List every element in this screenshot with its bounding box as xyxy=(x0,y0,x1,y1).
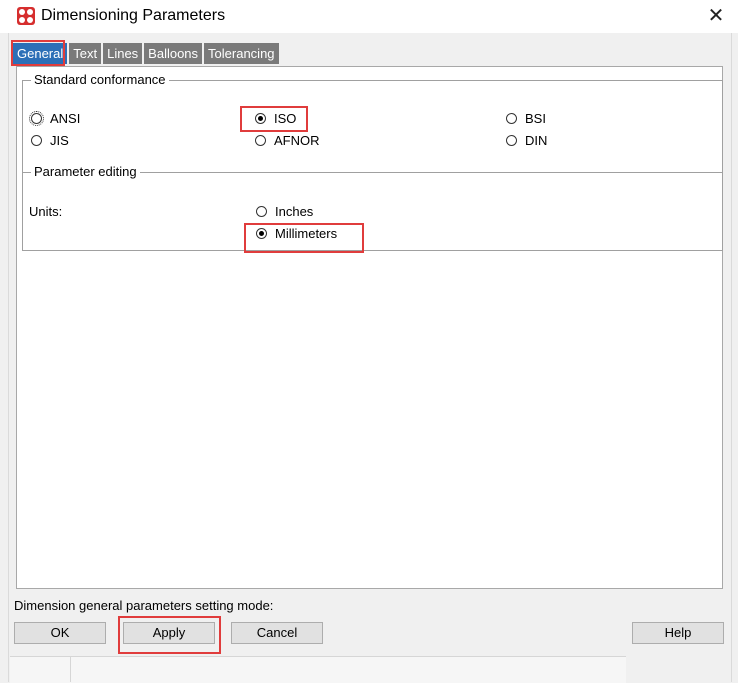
radio-jis-label: JIS xyxy=(50,133,69,148)
window-right-edge xyxy=(731,33,738,682)
radio-bsi-label: BSI xyxy=(525,111,546,126)
app-logo-icon xyxy=(17,7,35,25)
radio-afnor-label: AFNOR xyxy=(274,133,320,148)
iso-highlight xyxy=(240,106,308,132)
radio-jis-circle[interactable] xyxy=(31,135,42,146)
radio-ansi-label: ANSI xyxy=(50,111,81,126)
general-tab-panel: Standard conformance ANSI ISO BSI JIS AF… xyxy=(16,66,723,589)
tab-general-highlight xyxy=(11,40,65,66)
dialog-window: Dimensioning Parameters ✕ General Text L… xyxy=(0,0,738,683)
radio-inches-label: Inches xyxy=(275,204,314,219)
tab-tolerancing[interactable]: Tolerancing xyxy=(204,43,279,64)
window-title: Dimensioning Parameters xyxy=(41,7,226,24)
radio-inches-circle[interactable] xyxy=(256,206,267,217)
status-bar xyxy=(10,656,626,683)
tab-balloons[interactable]: Balloons xyxy=(144,43,203,64)
radio-din[interactable]: DIN xyxy=(506,133,547,148)
radio-jis[interactable]: JIS xyxy=(31,133,69,148)
help-button[interactable]: Help xyxy=(632,622,724,644)
parameter-editing-label: Parameter editing xyxy=(31,164,140,179)
millimeters-highlight xyxy=(244,223,364,253)
units-label: Units: xyxy=(29,204,63,219)
radio-ansi-circle[interactable] xyxy=(29,111,44,126)
radio-ansi[interactable]: ANSI xyxy=(29,111,81,126)
title-bar: Dimensioning Parameters ✕ xyxy=(0,0,738,33)
ok-button[interactable]: OK xyxy=(14,622,106,644)
radio-din-circle[interactable] xyxy=(506,135,517,146)
radio-afnor-circle[interactable] xyxy=(255,135,266,146)
status-bar-separator xyxy=(70,656,71,682)
standard-conformance-group: Standard conformance xyxy=(22,72,723,173)
radio-din-label: DIN xyxy=(525,133,548,148)
radio-inches[interactable]: Inches xyxy=(256,204,313,219)
parameter-editing-group: Parameter editing xyxy=(22,164,723,251)
radio-bsi[interactable]: BSI xyxy=(506,111,546,126)
apply-highlight xyxy=(118,616,221,654)
tab-text[interactable]: Text xyxy=(69,43,102,64)
cancel-button[interactable]: Cancel xyxy=(231,622,323,644)
status-text: Dimension general parameters setting mod… xyxy=(14,598,274,613)
radio-afnor[interactable]: AFNOR xyxy=(255,133,320,148)
radio-bsi-circle[interactable] xyxy=(506,113,517,124)
standard-conformance-label: Standard conformance xyxy=(31,72,169,87)
tab-lines[interactable]: Lines xyxy=(103,43,143,64)
close-icon[interactable]: ✕ xyxy=(706,6,726,26)
window-left-edge xyxy=(0,33,9,682)
